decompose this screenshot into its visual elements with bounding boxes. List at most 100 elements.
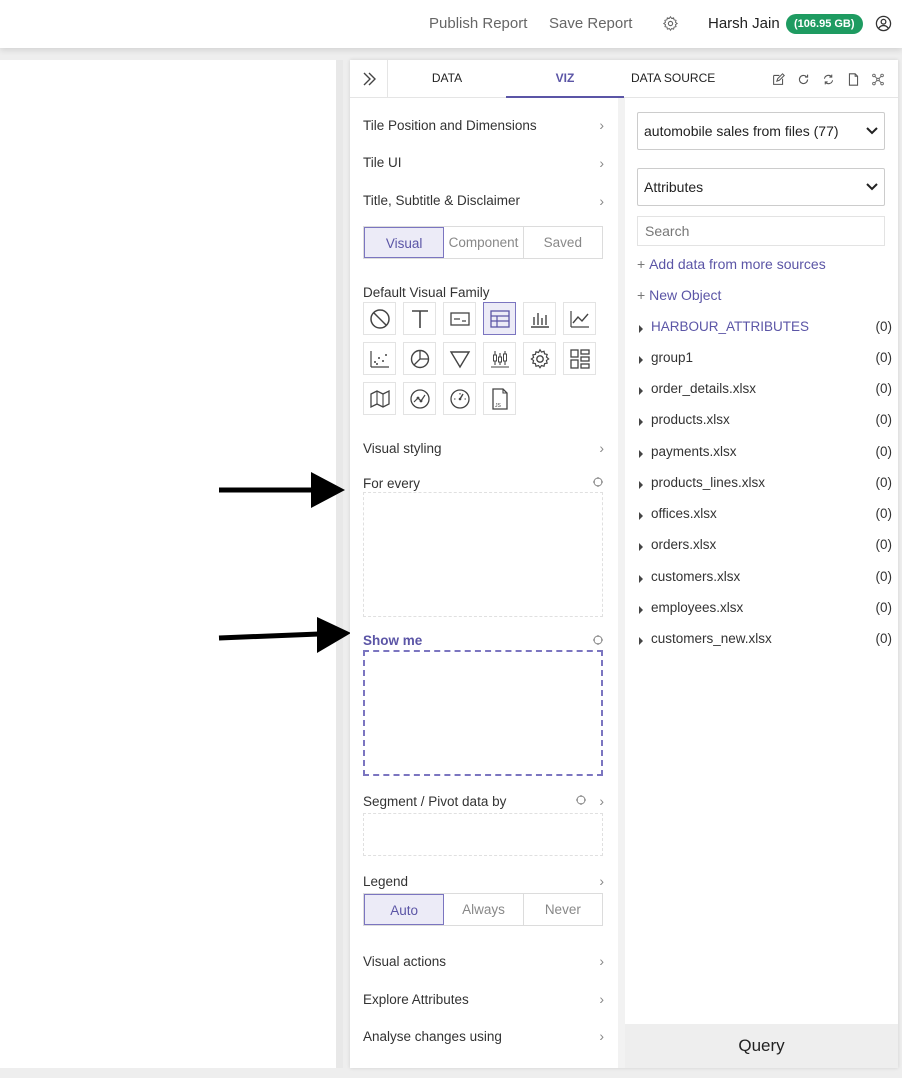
viz-settings: Tile Position and Dimensions › Tile UI ›… (350, 98, 618, 1068)
caret-right-icon (639, 606, 643, 614)
card-icon[interactable] (443, 302, 476, 335)
refresh-icon[interactable] (797, 73, 810, 86)
plus-icon: + (637, 287, 650, 303)
visual-styling-label[interactable]: Visual styling (363, 441, 442, 456)
chevron-right-icon[interactable]: › (599, 440, 604, 456)
mode-component-button[interactable]: Component (444, 227, 524, 258)
chevron-right-icon[interactable]: › (599, 991, 604, 1007)
new-object-link[interactable]: + New Object (637, 287, 721, 303)
panel-tabs: DATA VIZ DATA SOURCE (350, 60, 898, 98)
gear-icon[interactable] (523, 342, 556, 375)
type-select[interactable]: Attributes (637, 168, 885, 206)
legend-auto-button[interactable]: Auto (364, 894, 445, 925)
source-item[interactable]: orders.xlsx (0) (639, 537, 892, 559)
save-report-button[interactable]: Save Report (549, 15, 632, 32)
none-icon[interactable] (363, 302, 396, 335)
user-name[interactable]: Harsh Jain (708, 15, 780, 32)
chevron-right-icon[interactable]: › (599, 953, 604, 969)
annotation-arrow-show-me (218, 617, 351, 653)
crosshair-icon[interactable] (593, 477, 603, 487)
crosshair-icon[interactable] (593, 635, 603, 645)
source-item[interactable]: customers_new.xlsx (0) (639, 631, 892, 653)
source-item[interactable]: products.xlsx (0) (639, 412, 892, 434)
title-subtitle-label[interactable]: Title, Subtitle & Disclaimer (363, 193, 520, 208)
caret-right-icon (639, 637, 643, 645)
tile-ui-label[interactable]: Tile UI (363, 155, 402, 170)
sync-icon[interactable] (822, 73, 835, 86)
canvas-edge (336, 60, 343, 1068)
caret-right-icon (639, 387, 643, 395)
new-file-icon[interactable] (847, 73, 860, 86)
grid-icon[interactable] (563, 342, 596, 375)
chevron-down-icon (866, 127, 878, 135)
source-item[interactable]: group1 (0) (639, 350, 892, 372)
candlestick-icon[interactable] (483, 342, 516, 375)
query-button[interactable]: Query (625, 1024, 898, 1068)
gauge-icon[interactable] (443, 382, 476, 415)
for-every-dropzone[interactable] (363, 492, 603, 617)
chevron-right-icon[interactable]: › (599, 155, 604, 171)
caret-right-icon (639, 575, 643, 583)
collapse-panel-button[interactable] (350, 60, 388, 98)
legend-never-button[interactable]: Never (524, 894, 602, 925)
user-account-icon[interactable] (875, 15, 892, 32)
explore-attributes-label[interactable]: Explore Attributes (363, 992, 469, 1007)
mode-segmented-control: Visual Component Saved (363, 226, 603, 259)
js-file-icon[interactable]: JS (483, 382, 516, 415)
legend-segmented-control: Auto Always Never (363, 893, 603, 926)
tab-data[interactable]: DATA (388, 60, 506, 98)
chevron-right-icon[interactable]: › (599, 873, 604, 889)
show-me-dropzone[interactable] (363, 650, 603, 776)
caret-right-icon (639, 512, 643, 520)
search-input[interactable]: Search (637, 216, 885, 246)
source-item[interactable]: payments.xlsx (0) (639, 444, 892, 466)
caret-right-icon (639, 450, 643, 458)
analyse-changes-label[interactable]: Analyse changes using (363, 1029, 502, 1044)
scatter-icon[interactable] (363, 342, 396, 375)
segment-dropzone[interactable] (363, 813, 603, 856)
caret-right-icon (639, 356, 643, 364)
map-icon[interactable] (363, 382, 396, 415)
source-item[interactable]: customers.xlsx (0) (639, 569, 892, 591)
edit-icon[interactable] (772, 73, 785, 86)
funnel-icon[interactable] (443, 342, 476, 375)
chevron-right-icon[interactable]: › (599, 793, 604, 809)
line-chart-icon[interactable] (563, 302, 596, 335)
tab-viz[interactable]: VIZ (506, 60, 624, 98)
annotation-arrow-for-every (219, 472, 345, 508)
caret-right-icon (639, 418, 643, 426)
source-item[interactable]: products_lines.xlsx (0) (639, 475, 892, 497)
caret-right-icon (639, 481, 643, 489)
for-every-label: For every (363, 476, 421, 491)
svg-text:JS: JS (495, 403, 502, 409)
chevron-right-icon[interactable]: › (599, 1028, 604, 1044)
tile-position-label[interactable]: Tile Position and Dimensions (363, 118, 537, 133)
editor-panel: DATA VIZ DATA SOURCE Tile Position and D… (350, 60, 898, 1068)
add-data-sources-link[interactable]: + Add data from more sources (637, 256, 826, 272)
chevron-right-icon[interactable]: › (599, 193, 604, 209)
data-source-title: DATA SOURCE (631, 71, 716, 85)
source-select[interactable]: automobile sales from files (77) (637, 112, 885, 150)
source-item[interactable]: order_details.xlsx (0) (639, 381, 892, 403)
legend-always-button[interactable]: Always (444, 894, 524, 925)
default-visual-family-label: Default Visual Family (363, 285, 490, 300)
mode-visual-button[interactable]: Visual (364, 227, 445, 258)
caret-right-icon (639, 543, 643, 551)
source-item[interactable]: employees.xlsx (0) (639, 600, 892, 622)
schema-network-icon[interactable] (871, 73, 885, 86)
chevron-right-icon[interactable]: › (599, 117, 604, 133)
chevron-down-icon (866, 183, 878, 191)
settings-gear-icon[interactable] (662, 15, 679, 32)
report-canvas[interactable] (0, 60, 343, 1068)
text-icon[interactable] (403, 302, 436, 335)
network-icon[interactable] (403, 382, 436, 415)
crosshair-icon[interactable] (576, 795, 586, 805)
source-item[interactable]: offices.xlsx (0) (639, 506, 892, 528)
mode-saved-button[interactable]: Saved (524, 227, 602, 258)
visual-actions-label[interactable]: Visual actions (363, 954, 446, 969)
source-item[interactable]: HARBOUR_ATTRIBUTES (0) (639, 319, 892, 341)
pie-icon[interactable] (403, 342, 436, 375)
table-icon[interactable] (483, 302, 516, 335)
bar-chart-icon[interactable] (523, 302, 556, 335)
publish-report-button[interactable]: Publish Report (429, 15, 527, 32)
